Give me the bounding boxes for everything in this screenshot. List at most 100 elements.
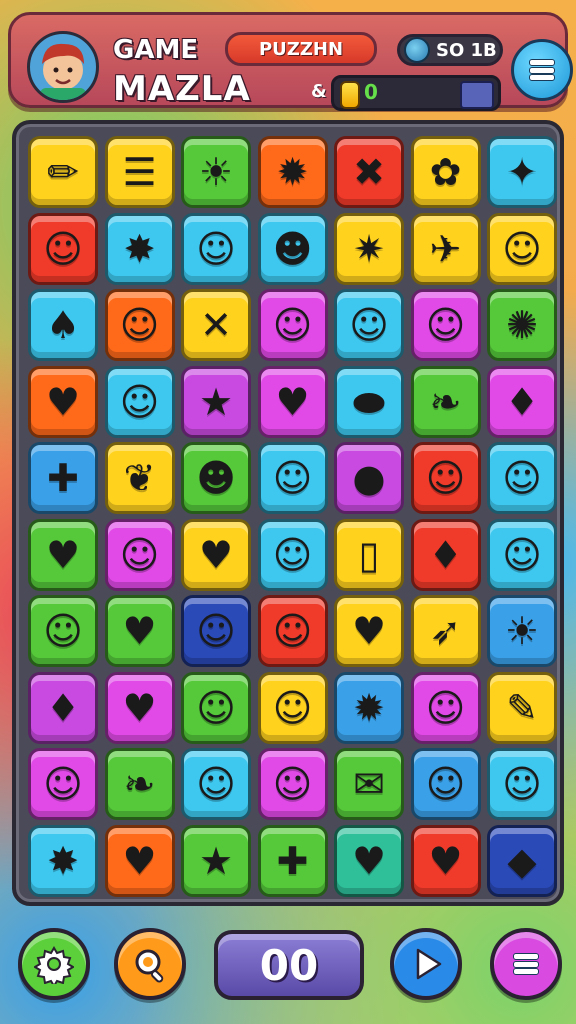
tile-r5-c5[interactable]: ♦ [410,518,481,591]
tile-r8-c5[interactable]: ☺ [410,748,481,820]
search-button[interactable] [114,928,186,1000]
tile-r6-c2[interactable]: ☺ [181,595,251,667]
tile-r2-c0[interactable]: ♠ [28,289,98,361]
tile-r5-c3[interactable]: ☺ [257,518,328,591]
move-counter: 00 [214,930,364,1000]
tile-r3-c1[interactable]: ☺ [104,365,175,438]
tile-r8-c1[interactable]: ❧ [104,748,175,820]
tile-r1-c5[interactable]: ✈ [410,212,481,285]
tile-symbol-icon: ⬬ [352,379,386,424]
tile-r7-c6[interactable]: ✎ [487,671,557,744]
tile-symbol-icon: ☺ [425,762,466,806]
tile-r3-c6[interactable]: ♦ [487,365,557,438]
tile-r4-c5[interactable]: ☺ [410,442,481,514]
tile-r5-c6[interactable]: ☺ [487,518,557,591]
tile-r3-c4[interactable]: ⬬ [334,365,404,438]
player-avatar[interactable] [27,31,99,103]
tile-r8-c3[interactable]: ☺ [257,748,328,820]
tile-r8-c2[interactable]: ☺ [181,748,251,820]
tile-r4-c0[interactable]: ✚ [28,442,98,514]
game-title-line1: GAME [113,35,199,65]
tile-r7-c0[interactable]: ♦ [28,671,98,744]
tile-symbol-icon: ☺ [272,456,313,500]
tile-symbol-icon: ♥ [122,609,157,653]
tile-r9-c0[interactable]: ✸ [28,824,98,897]
tile-r3-c0[interactable]: ♥ [28,365,98,438]
tile-r7-c3[interactable]: ☺ [257,671,328,744]
tile-r1-c2[interactable]: ☺ [181,212,251,285]
tile-r4-c2[interactable]: ☻ [181,442,251,514]
tile-r6-c1[interactable]: ♥ [104,595,175,667]
tile-r9-c3[interactable]: ✚ [257,824,328,897]
progress-end-icon [460,81,494,109]
tile-r7-c4[interactable]: ✹ [334,671,404,744]
progress-row: & 0 [311,75,501,113]
tile-r0-c1[interactable]: ☰ [104,136,175,208]
tile-symbol-icon: ✹ [276,150,309,194]
tile-symbol-icon: ☺ [272,685,313,730]
tile-r2-c1[interactable]: ☺ [104,289,175,361]
tile-r3-c5[interactable]: ❧ [410,365,481,438]
tile-r0-c6[interactable]: ✦ [487,136,557,208]
tile-r0-c3[interactable]: ✹ [257,136,328,208]
tile-r7-c5[interactable]: ☺ [410,671,481,744]
tile-symbol-icon: ☻ [272,226,313,271]
tile-r3-c2[interactable]: ★ [181,365,251,438]
tile-r5-c1[interactable]: ☺ [104,518,175,591]
tile-r0-c4[interactable]: ✖ [334,136,404,208]
tile-r3-c3[interactable]: ♥ [257,365,328,438]
tile-r9-c2[interactable]: ★ [181,824,251,897]
tile-r1-c4[interactable]: ✷ [334,212,404,285]
tile-symbol-icon: ☺ [43,762,83,806]
tile-r4-c4[interactable]: ● [334,442,404,514]
tile-symbol-icon: ● [352,456,386,500]
tile-r7-c2[interactable]: ☺ [181,671,251,744]
tile-symbol-icon: ☀ [504,609,540,653]
top-menu-button[interactable] [511,39,573,101]
tile-symbol-icon: ♥ [122,685,157,730]
tile-r8-c0[interactable]: ☺ [28,748,98,820]
tile-r1-c3[interactable]: ☻ [257,212,328,285]
settings-button[interactable] [18,928,90,1000]
tile-r2-c3[interactable]: ☺ [257,289,328,361]
tile-r8-c6[interactable]: ☺ [487,748,557,820]
tile-r6-c0[interactable]: ☺ [28,595,98,667]
tile-r5-c0[interactable]: ♥ [28,518,98,591]
tile-r2-c4[interactable]: ☺ [334,289,404,361]
tile-r2-c5[interactable]: ☺ [410,289,481,361]
tile-symbol-icon: ▯ [358,532,380,577]
tile-r4-c3[interactable]: ☺ [257,442,328,514]
tile-r9-c4[interactable]: ♥ [334,824,404,897]
tile-r4-c6[interactable]: ☺ [487,442,557,514]
tile-symbol-icon: ☺ [196,226,236,271]
tile-r8-c4[interactable]: ✉ [334,748,404,820]
tile-r6-c3[interactable]: ☺ [257,595,328,667]
magnifier-icon [135,949,164,983]
tile-symbol-icon: ☺ [196,609,236,653]
tile-r1-c1[interactable]: ✸ [104,212,175,285]
tile-r1-c0[interactable]: ☺ [28,212,98,285]
tile-r9-c1[interactable]: ♥ [104,824,175,897]
tile-symbol-icon: ◆ [507,838,537,883]
tile-r4-c1[interactable]: ❦ [104,442,175,514]
tile-r0-c5[interactable]: ✿ [410,136,481,208]
play-icon [416,948,442,980]
bottom-menu-button[interactable] [490,928,562,1000]
tile-r0-c0[interactable]: ✏ [28,136,98,208]
tile-r2-c6[interactable]: ✺ [487,289,557,361]
tile-r7-c1[interactable]: ♥ [104,671,175,744]
tile-r6-c4[interactable]: ♥ [334,595,404,667]
tile-r5-c2[interactable]: ♥ [181,518,251,591]
play-button[interactable] [390,928,462,1000]
tile-r6-c5[interactable]: ➶ [410,595,481,667]
tile-r9-c5[interactable]: ♥ [410,824,481,897]
tile-symbol-icon: ✦ [506,150,538,194]
tile-r9-c6[interactable]: ◆ [487,824,557,897]
tile-r0-c2[interactable]: ☀ [181,136,251,208]
progress-value: 0 [364,80,378,104]
tile-r2-c2[interactable]: ✕ [181,289,251,361]
hamburger-menu-icon [513,953,539,975]
tile-r6-c6[interactable]: ☀ [487,595,557,667]
tile-r5-c4[interactable]: ▯ [334,518,404,591]
tile-r1-c6[interactable]: ☺ [487,212,557,285]
